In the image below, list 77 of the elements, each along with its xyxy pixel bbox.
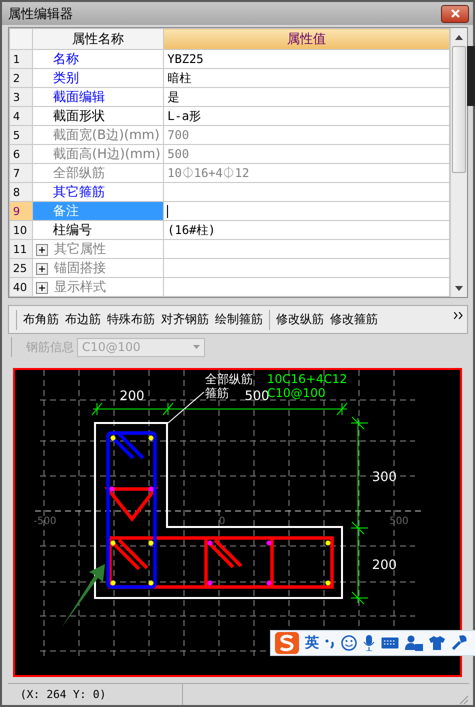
- property-value[interactable]: 500: [164, 144, 450, 164]
- toolbar-button[interactable]: 布角筋: [20, 309, 62, 330]
- dimension-label: 300: [372, 470, 397, 485]
- text-cursor: [167, 205, 168, 218]
- dimension-label: 500: [244, 388, 270, 404]
- axis-label: 500: [389, 516, 409, 527]
- scrollbar[interactable]: [450, 28, 467, 298]
- smiley-icon[interactable]: [341, 635, 357, 651]
- value-input[interactable]: [164, 202, 450, 221]
- row-number: 1: [10, 50, 32, 69]
- input-mode[interactable]: 英: [305, 634, 319, 652]
- dimension-label: 200: [372, 558, 397, 573]
- property-value[interactable]: 10⏀16+4⏀12: [164, 164, 450, 183]
- row-number: 4: [10, 106, 32, 126]
- resize-grip-icon[interactable]: [457, 693, 469, 705]
- property-value[interactable]: (16#柱): [164, 220, 450, 240]
- property-name[interactable]: 截面编辑: [32, 88, 164, 107]
- status-coordinates: (X: 264 Y: 0): [8, 684, 183, 705]
- toolbar-button[interactable]: 布边筋: [62, 309, 104, 330]
- row-number: 9: [10, 202, 32, 221]
- row-number: 8: [10, 182, 32, 202]
- callout-value: 10C16+4C12: [267, 372, 348, 386]
- property-name[interactable]: 截面宽(B边)(mm): [32, 126, 164, 145]
- toolbar-button[interactable]: 绘制箍筋: [212, 309, 266, 330]
- row-number: 7: [10, 164, 32, 183]
- column-header: 属性名称: [32, 28, 164, 50]
- chevrons-right-icon[interactable]: [454, 312, 463, 320]
- property-name[interactable]: 显示样式: [32, 278, 164, 297]
- column-header: 属性值: [164, 28, 450, 50]
- toolbar-button[interactable]: 修改箍筋: [327, 309, 381, 330]
- row-number: 25: [10, 258, 32, 278]
- row-number: 10: [10, 220, 32, 240]
- scroll-thumb[interactable]: [452, 46, 466, 174]
- dropdown-caret-icon: [193, 345, 200, 350]
- leader-line: [168, 391, 204, 424]
- expand-icon[interactable]: [36, 282, 48, 294]
- property-name[interactable]: 截面高(H边)(mm): [32, 144, 164, 164]
- property-name[interactable]: 其它箍筋: [32, 182, 164, 202]
- toolbar-button[interactable]: 对齐钢筋: [158, 309, 212, 330]
- property-value[interactable]: L-a形: [164, 106, 450, 126]
- property-name[interactable]: 锚固搭接: [32, 258, 164, 278]
- property-name[interactable]: 柱编号: [32, 220, 164, 240]
- callout-label: 箍筋: [205, 386, 229, 400]
- expand-icon[interactable]: [36, 262, 48, 275]
- row-number: 6: [10, 144, 32, 164]
- row-number: 11: [10, 240, 32, 259]
- axis-label: 0: [218, 516, 226, 527]
- property-name[interactable]: 类别: [32, 68, 164, 88]
- close-button[interactable]: [441, 4, 469, 23]
- toolbar-button[interactable]: 修改纵筋: [273, 309, 327, 330]
- callout-value: C10@100: [267, 386, 326, 400]
- property-value[interactable]: 700: [164, 126, 450, 145]
- property-name[interactable]: 截面形状: [32, 106, 164, 126]
- toolbar-button[interactable]: 特殊布筋: [104, 309, 158, 330]
- row-number: 5: [10, 126, 32, 145]
- side-panel: [467, 46, 475, 106]
- keyboard-icon[interactable]: [381, 637, 399, 649]
- dimension-label: 200: [120, 388, 144, 404]
- property-name[interactable]: 名称: [32, 50, 164, 69]
- expand-icon[interactable]: [36, 244, 48, 256]
- microphone-icon[interactable]: [363, 635, 375, 651]
- window-title: 属性编辑器: [8, 6, 73, 23]
- property-value[interactable]: 是: [164, 88, 450, 107]
- close-icon: [450, 9, 460, 18]
- user-icon[interactable]: [405, 635, 423, 651]
- callout-label: 全部纵筋: [205, 372, 253, 386]
- property-value[interactable]: YBZ25: [164, 50, 450, 69]
- property-name[interactable]: 其它属性: [32, 240, 164, 259]
- shirt-icon[interactable]: [429, 635, 445, 651]
- axis-label: -500: [34, 516, 56, 527]
- row-number: 3: [10, 88, 32, 107]
- row-number: 2: [10, 68, 32, 88]
- arrow-icon: [62, 564, 105, 627]
- row-number: 40: [10, 278, 32, 297]
- property-name[interactable]: 全部纵筋: [32, 164, 164, 183]
- field-label: 钢筋信息: [26, 338, 74, 356]
- property-value[interactable]: 暗柱: [164, 68, 450, 88]
